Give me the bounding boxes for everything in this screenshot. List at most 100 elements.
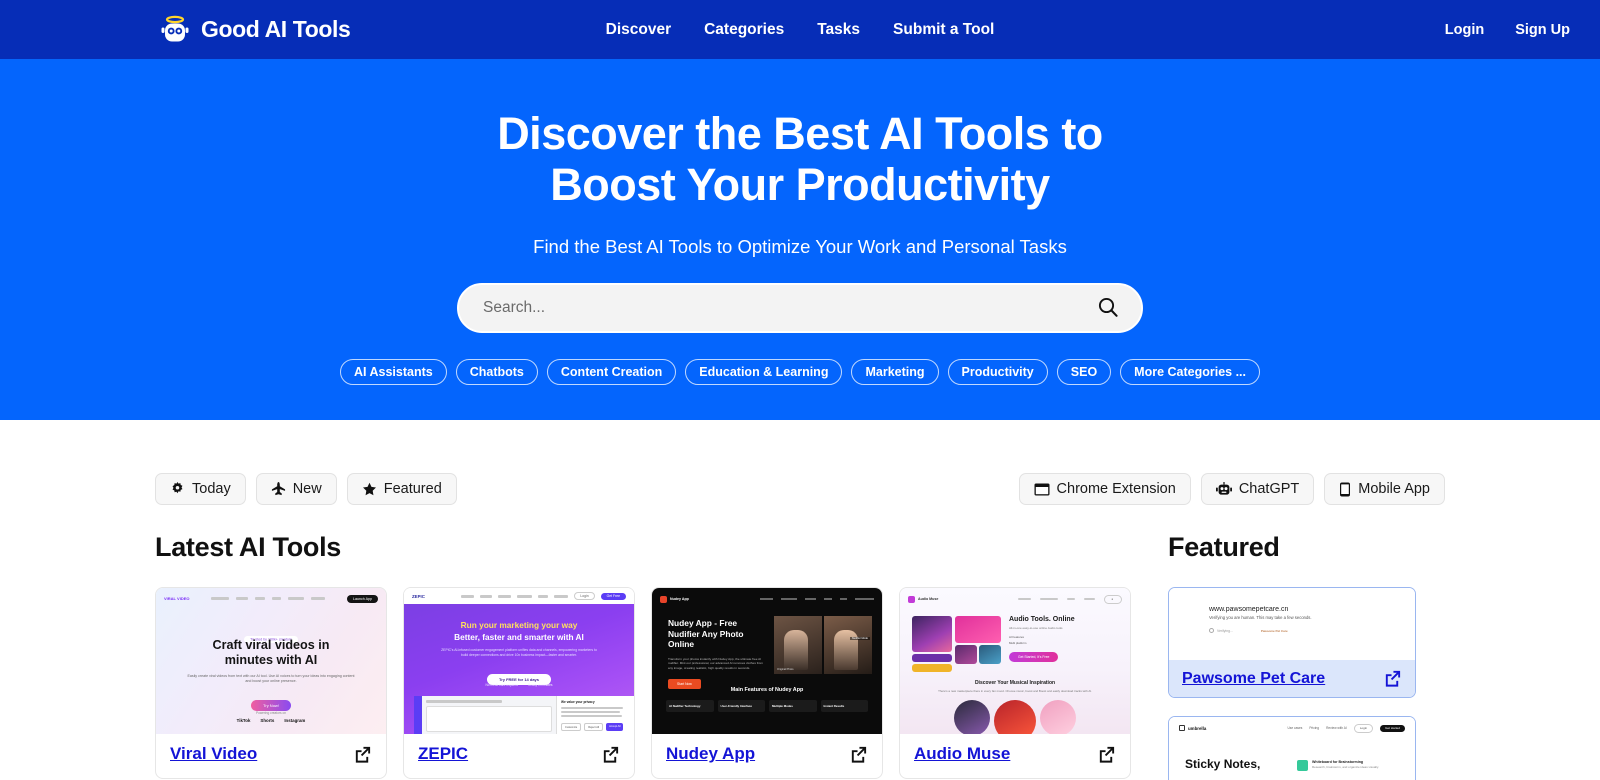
thumb-note: Ready in minutes xyxy=(527,683,553,687)
tool-title-link[interactable]: Nudey App xyxy=(666,744,755,764)
thumb-platform: Shorts xyxy=(260,718,275,723)
thumb-check: Multi platform xyxy=(1009,641,1027,645)
mobile-app-label: Mobile App xyxy=(1358,481,1430,497)
thumb-headline-1: Craft viral videos in xyxy=(212,638,330,652)
thumb-section-title: Discover Your Musical Inspiration xyxy=(974,680,1056,686)
thumb-headline: Nudey App - Free Nudifier Any Photo Onli… xyxy=(668,618,744,650)
thumb-nav: Use cases xyxy=(1287,726,1303,730)
main-content: Today New Featured Chrome Extension Chat… xyxy=(0,420,1600,780)
thumb-side-title: Whiteboard for Brainstorming xyxy=(1312,760,1364,764)
thumb-body: Easily create viral videos from text wit… xyxy=(187,674,355,684)
tool-card[interactable]: ZEPIC Login Get Free Run your marketing … xyxy=(403,587,635,779)
thumb-brand: Nudey App xyxy=(670,597,689,601)
thumb-cta: Try Now! xyxy=(251,700,291,711)
thumb-login: Login xyxy=(1353,723,1374,733)
external-link-icon[interactable] xyxy=(353,745,372,764)
thumb-privacy-btn: Accept All xyxy=(606,723,624,731)
chip-chatbots[interactable]: Chatbots xyxy=(455,359,538,385)
featured-thumbnail: www.pawsomepetcare.cn Verifying you are … xyxy=(1169,588,1415,660)
search-input[interactable] xyxy=(483,299,1095,317)
airplane-icon xyxy=(271,481,286,497)
thumb-nav-cta: Get started xyxy=(1380,724,1405,732)
thumb-brand: VIRAL VIDEO xyxy=(164,596,190,601)
filter-featured-button[interactable]: Featured xyxy=(346,473,457,505)
nav-item-submit-a-tool[interactable]: Submit a Tool xyxy=(893,21,994,39)
thumb-nav-cta: Get Free xyxy=(600,592,626,600)
hero-subtitle: Find the Best AI Tools to Optimize Your … xyxy=(533,236,1067,257)
robot-halo-icon xyxy=(158,13,192,47)
search-button[interactable] xyxy=(1095,295,1121,321)
thumb-check: AI Features xyxy=(1009,635,1024,639)
thumb-side-body: Research, brainstorm, and organize ideas… xyxy=(1312,765,1379,769)
mobile-app-button[interactable]: Mobile App xyxy=(1324,473,1445,505)
tool-card[interactable]: VIRAL VIDEO Launch App Trusted by 100k+ … xyxy=(155,587,387,779)
auth-links: Login Sign Up xyxy=(1445,22,1570,38)
platform-button-group: Chrome Extension ChatGPT Mobile App xyxy=(1018,473,1445,505)
chip-ai-assistants[interactable]: AI Assistants xyxy=(339,359,447,385)
thumb-feature: Multiple Modes xyxy=(769,700,817,712)
featured-card[interactable]: www.pawsomepetcare.cn Verifying you are … xyxy=(1168,587,1416,698)
mobile-phone-icon xyxy=(1339,482,1351,497)
thumb-platform: TikTok xyxy=(236,718,251,723)
featured-heading: Featured xyxy=(1168,532,1280,562)
tool-card[interactable]: Nudey App Nudey App - Free Nudifier Any … xyxy=(651,587,883,779)
thumb-headline-2: minutes with AI xyxy=(224,653,318,667)
filter-new-button[interactable]: New xyxy=(255,473,337,505)
thumb-headline-2: Better, faster and smarter with AI xyxy=(454,632,584,642)
filter-button-group: Today New Featured xyxy=(155,473,457,505)
tool-thumbnail: ZEPIC Login Get Free Run your marketing … xyxy=(404,588,634,734)
thumb-feature: AI Nudifier Technology xyxy=(666,700,714,712)
signup-link[interactable]: Sign Up xyxy=(1515,22,1570,38)
thumb-privacy-title: We value your privacy xyxy=(561,700,595,704)
filter-featured-label: Featured xyxy=(383,481,442,497)
robot-icon xyxy=(1215,481,1232,497)
thumb-nav-cta: Launch App xyxy=(347,594,378,603)
tool-title-link[interactable]: ZEPIC xyxy=(418,744,468,764)
external-link-icon[interactable] xyxy=(601,745,620,764)
external-link-icon[interactable] xyxy=(849,745,868,764)
thumb-brand: ZEPIC xyxy=(412,593,425,599)
thumb-headline: Audio Tools. Online xyxy=(1009,616,1075,623)
tool-thumbnail: VIRAL VIDEO Launch App Trusted by 100k+ … xyxy=(156,588,386,734)
search-bar[interactable] xyxy=(457,283,1143,333)
chip-seo[interactable]: SEO xyxy=(1056,359,1112,385)
site-logo[interactable]: Good AI Tools xyxy=(158,13,351,47)
chip-more-categories[interactable]: More Categories ... xyxy=(1120,359,1261,385)
chrome-extension-button[interactable]: Chrome Extension xyxy=(1018,473,1191,505)
nav-item-categories[interactable]: Categories xyxy=(704,21,784,39)
chrome-extension-label: Chrome Extension xyxy=(1056,481,1176,497)
thumb-note: No credit card required xyxy=(485,683,518,687)
featured-title-link[interactable]: Pawsome Pet Care xyxy=(1182,670,1325,688)
tool-card-footer: Audio Muse xyxy=(900,734,1130,778)
chip-content-creation[interactable]: Content Creation xyxy=(546,359,677,385)
latest-tools-heading: Latest AI Tools xyxy=(155,532,342,562)
tool-thumbnail: Audio Muse ● Audio Tools. Online All-in-… xyxy=(900,588,1130,734)
chip-marketing[interactable]: Marketing xyxy=(851,359,939,385)
tool-card-footer: Nudey App xyxy=(652,734,882,778)
browser-window-icon xyxy=(1034,482,1050,497)
nav-item-discover[interactable]: Discover xyxy=(606,21,671,39)
tool-title-link[interactable]: Viral Video xyxy=(170,744,257,764)
chatgpt-label: ChatGPT xyxy=(1238,481,1300,497)
chip-education-learning[interactable]: Education & Learning xyxy=(685,359,843,385)
featured-card[interactable]: umbrella Use cases Pricing Review with A… xyxy=(1168,716,1416,780)
tool-card[interactable]: Audio Muse ● Audio Tools. Online All-in-… xyxy=(899,587,1131,779)
thumb-brand: umbrella xyxy=(1188,725,1207,731)
hero-section: Discover the Best AI Tools to Boost Your… xyxy=(0,59,1600,420)
thumb-feature: Instant Results xyxy=(820,700,868,712)
login-link[interactable]: Login xyxy=(1445,22,1484,38)
filter-today-button[interactable]: Today xyxy=(155,473,246,505)
nav-item-tasks[interactable]: Tasks xyxy=(817,21,860,39)
thumb-url: www.pawsomepetcare.cn xyxy=(1209,606,1289,613)
page-title: Discover the Best AI Tools to Boost Your… xyxy=(497,108,1103,210)
thumb-checkbox-label: Verifying... xyxy=(1217,628,1233,633)
external-link-icon[interactable] xyxy=(1383,669,1402,688)
thumb-privacy-btn: Reject All xyxy=(584,723,604,731)
star-icon xyxy=(362,482,377,497)
external-link-icon[interactable] xyxy=(1097,745,1116,764)
tool-card-footer: Viral Video xyxy=(156,734,386,778)
tool-title-link[interactable]: Audio Muse xyxy=(914,744,1010,764)
chatgpt-button[interactable]: ChatGPT xyxy=(1200,473,1315,505)
thumb-body: All-in-one easy-to-use online Audio tool… xyxy=(1009,626,1063,630)
chip-productivity[interactable]: Productivity xyxy=(947,359,1048,385)
